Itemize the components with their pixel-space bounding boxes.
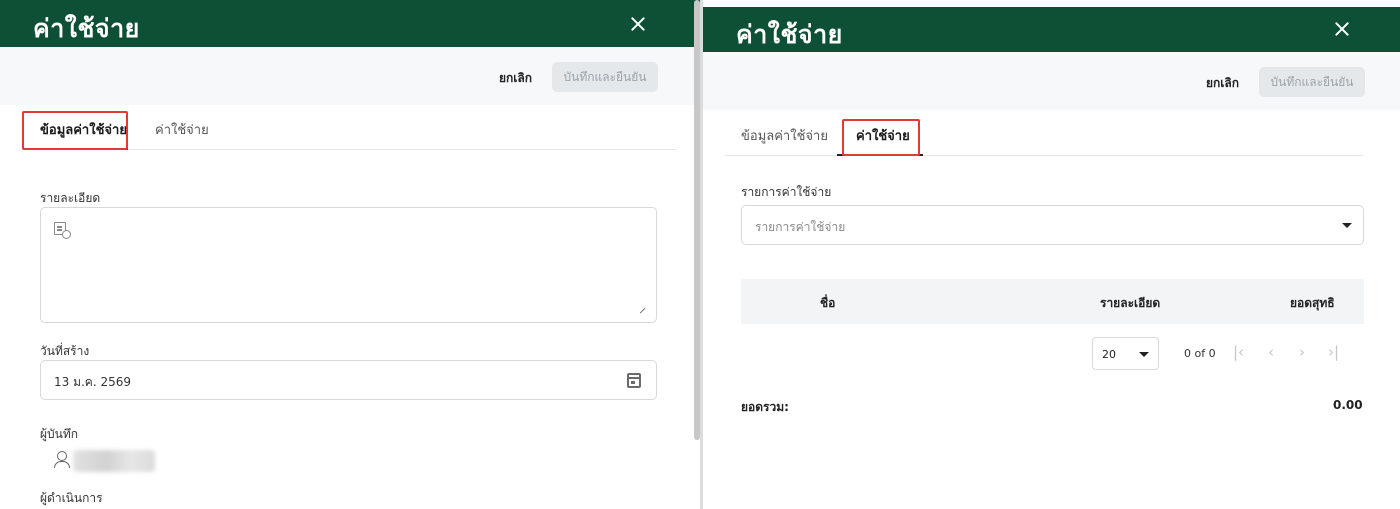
modal-title: ค่าใช้จ่าย <box>33 14 140 43</box>
table-header: ชื่อ รายละเอียด ยอดสุทธิ <box>741 279 1364 324</box>
cancel-button[interactable]: ยกเลิก <box>499 69 532 88</box>
close-icon[interactable] <box>631 17 645 31</box>
recorder-name-redacted <box>73 450 155 472</box>
highlight-box <box>22 111 128 150</box>
last-page-icon[interactable]: ›| <box>1328 345 1339 360</box>
operator-label: ผู้ดำเนินการ <box>40 491 103 505</box>
modal-header: ค่าใช้จ่าย <box>0 0 700 47</box>
tab-expense-info[interactable]: ข้อมูลค่าใช้จ่าย <box>741 125 828 146</box>
total-label: ยอดรวม: <box>741 400 789 414</box>
page-info: 0 of 0 <box>1184 347 1216 360</box>
save-confirm-button[interactable]: บันทึกและยืนยัน <box>1259 67 1365 97</box>
modal-title: ค่าใช้จ่าย <box>736 20 843 49</box>
tab-bar: ข้อมูลค่าใช้จ่าย ค่าใช้จ่าย <box>725 111 1363 156</box>
total-value: 0.00 <box>1333 398 1363 412</box>
highlight-box <box>842 119 920 156</box>
prev-page-icon[interactable]: ‹ <box>1268 345 1274 360</box>
modal-header: ค่าใช้จ่าย <box>703 7 1400 52</box>
expense-modal-info: ค่าใช้จ่าย ยกเลิก บันทึกและยืนยัน ข้อมูล… <box>0 0 700 509</box>
expense-list-select[interactable]: รายการค่าใช้จ่าย <box>741 205 1364 245</box>
next-page-icon[interactable]: › <box>1299 345 1305 360</box>
column-header-net: ยอดสุทธิ <box>1290 296 1335 310</box>
action-bar: ยกเลิก บันทึกและยืนยัน <box>0 47 700 105</box>
created-date-value: 13 ม.ค. 2569 <box>54 375 132 389</box>
column-header-detail: รายละเอียด <box>1100 296 1161 310</box>
close-icon[interactable] <box>1335 22 1349 36</box>
caret-down-icon <box>1342 223 1352 228</box>
user-icon <box>54 451 70 468</box>
cancel-button[interactable]: ยกเลิก <box>1206 74 1239 93</box>
expense-list-placeholder: รายการค่าใช้จ่าย <box>755 220 846 234</box>
first-page-icon[interactable]: |‹ <box>1233 345 1244 360</box>
detail-label: รายละเอียด <box>40 191 101 205</box>
calendar-icon[interactable] <box>627 373 641 388</box>
document-icon <box>54 222 71 239</box>
action-bar: ยกเลิก บันทึกและยืนยัน <box>703 52 1400 110</box>
tab-expenses[interactable]: ค่าใช้จ่าย <box>155 119 209 140</box>
page-size-select[interactable]: 20 <box>1092 337 1159 370</box>
column-header-name: ชื่อ <box>820 296 836 310</box>
resize-handle[interactable] <box>635 303 646 314</box>
created-date-field[interactable]: 13 ม.ค. 2569 <box>40 360 657 400</box>
created-date-label: วันที่สร้าง <box>40 344 90 358</box>
expense-modal-expenses: ค่าใช้จ่าย ยกเลิก บันทึกและยืนยัน ข้อมูล… <box>703 0 1400 509</box>
caret-down-icon <box>1139 352 1149 357</box>
recorder-label: ผู้บันทึก <box>40 427 79 441</box>
expense-list-label: รายการค่าใช้จ่าย <box>741 185 832 199</box>
save-confirm-button[interactable]: บันทึกและยืนยัน <box>552 62 658 92</box>
page-size-value: 20 <box>1102 348 1116 361</box>
detail-textarea[interactable] <box>40 207 657 323</box>
